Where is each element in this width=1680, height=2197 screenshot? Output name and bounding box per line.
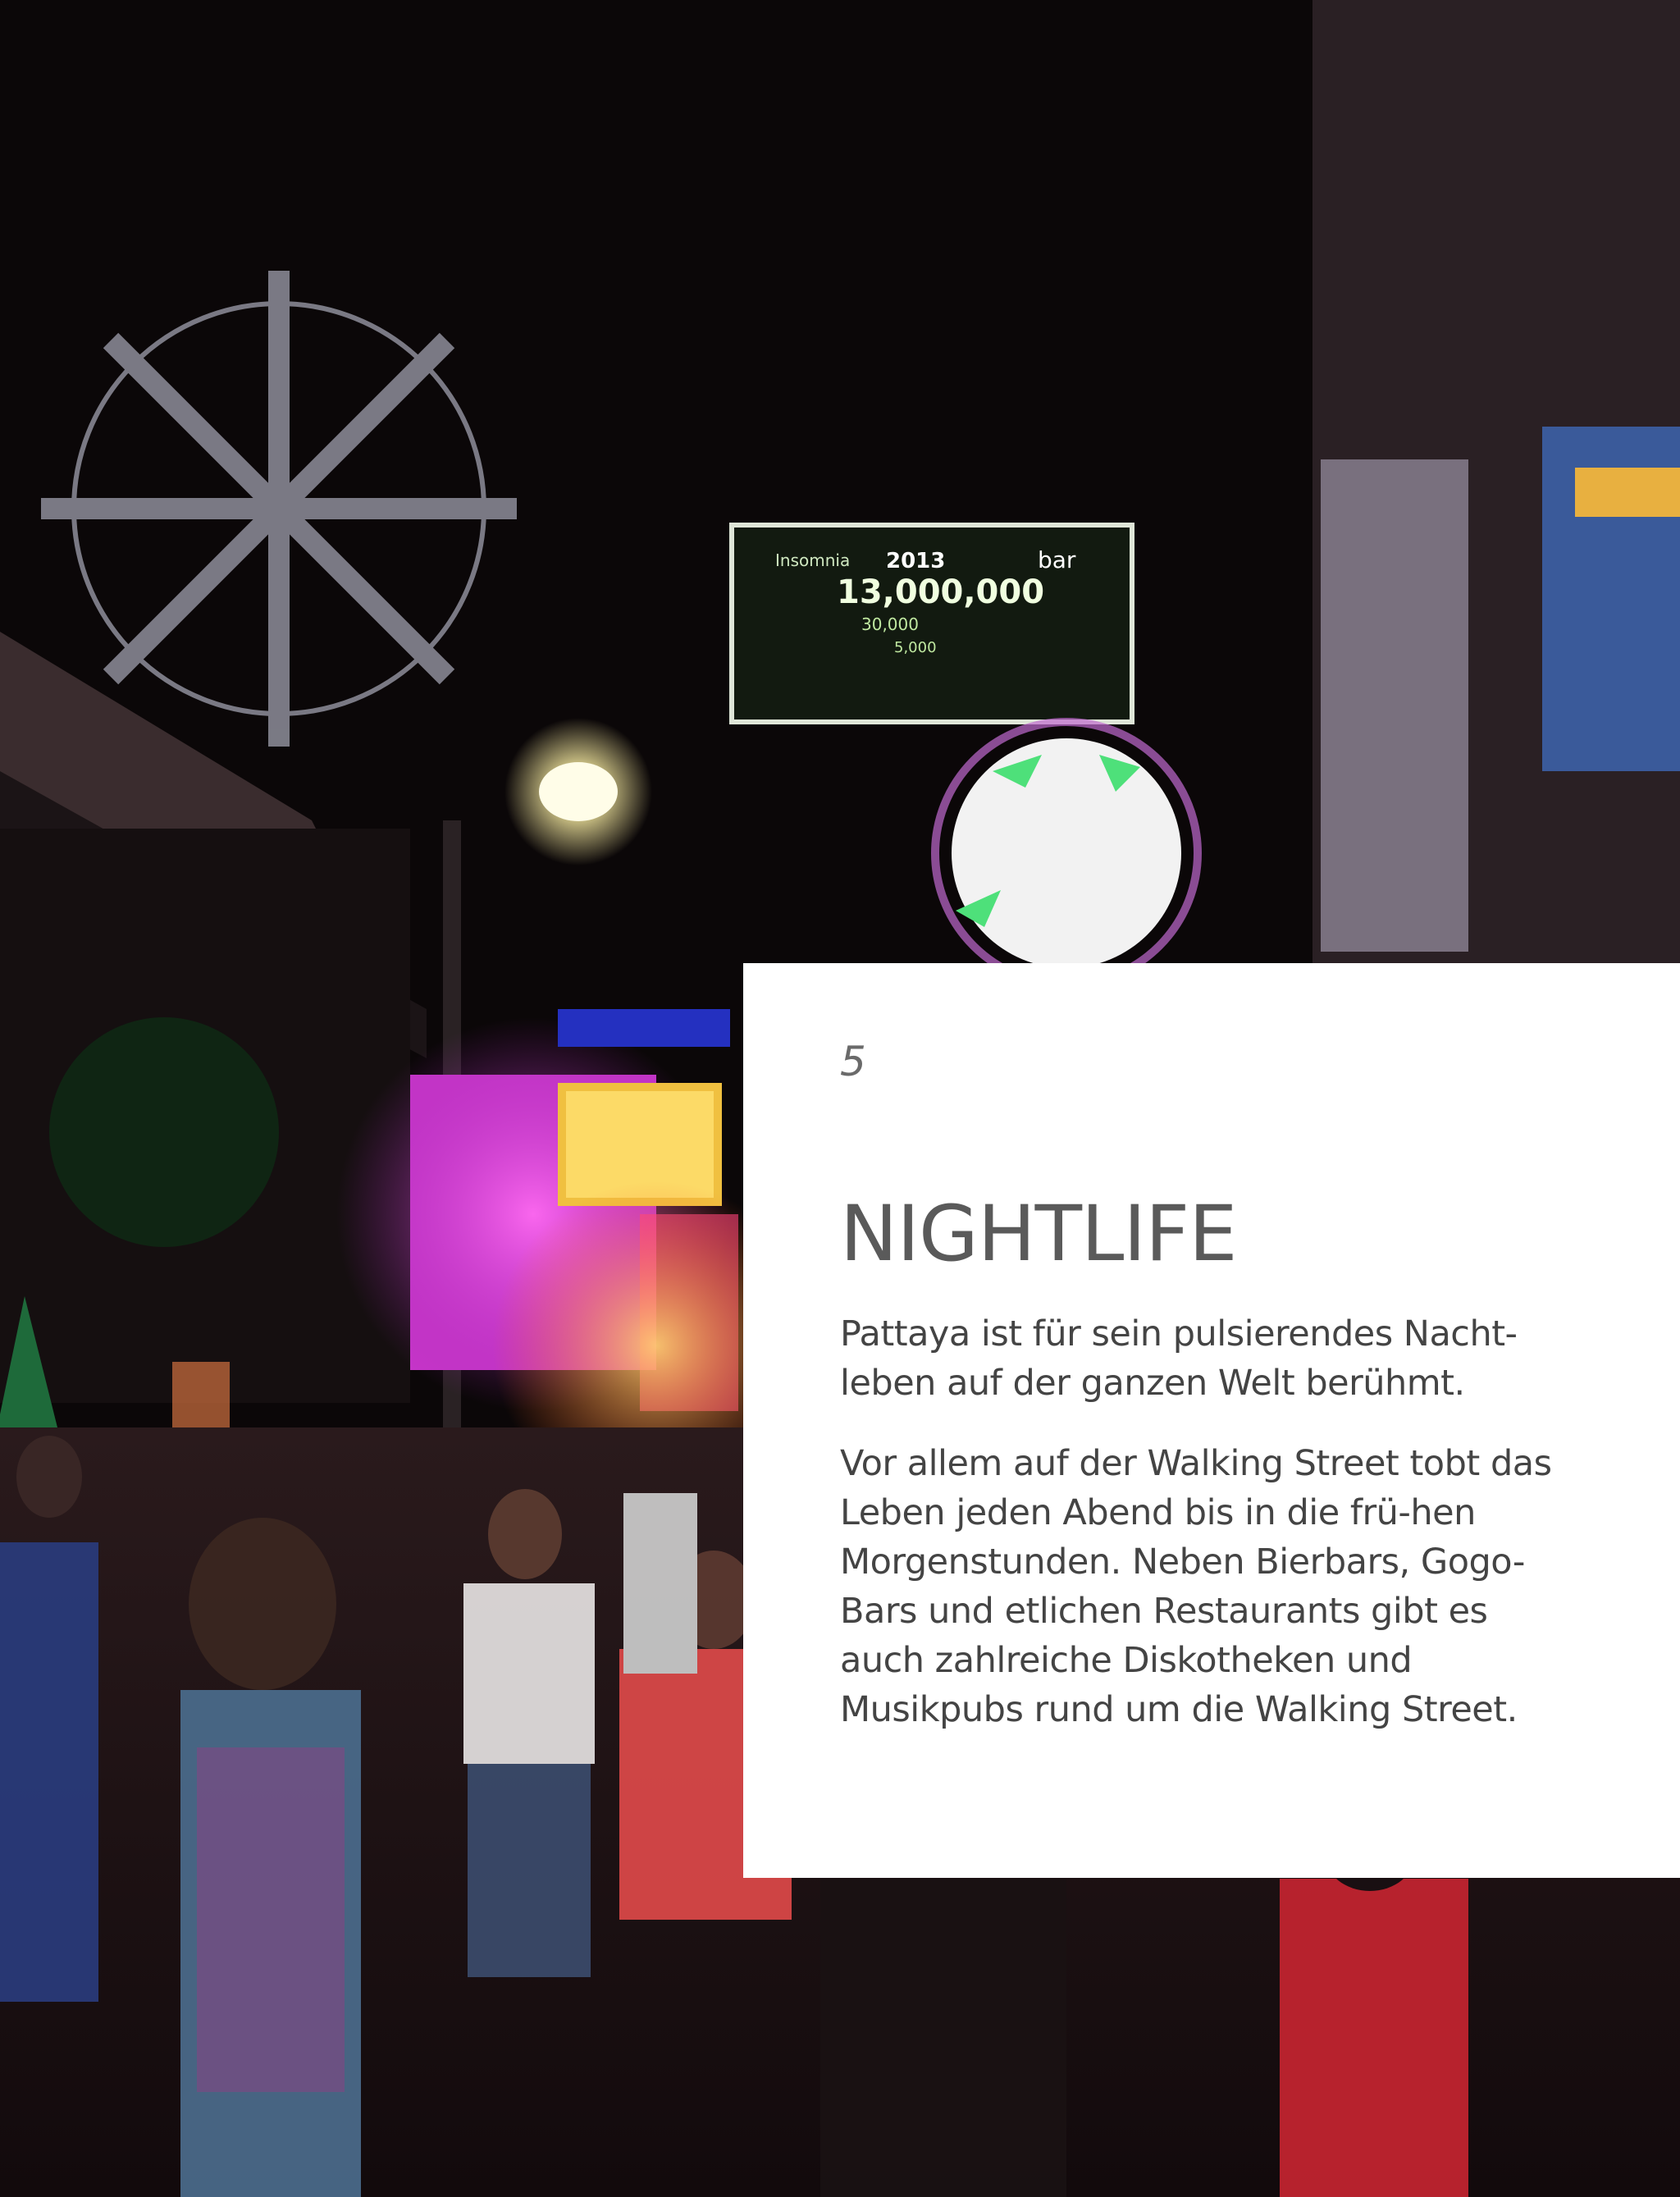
page-title: NIGHTLIFE (840, 1190, 1238, 1279)
hanging-billboard: Insomnia 2013 bar 13,000,000 30,000 5,00… (729, 523, 1134, 724)
intro-paragraph: Pattaya ist für sein pulsierendes Nacht-… (840, 1313, 1518, 1404)
text-card: 5 NIGHTLIFE Pattaya ist für sein pulsier… (743, 963, 1680, 1878)
ferris-wheel (41, 271, 517, 747)
page-number: 5 (840, 1038, 866, 1085)
svg-text:2013: 2013 (886, 549, 945, 573)
svg-text:bar: bar (1038, 546, 1076, 573)
svg-text:30,000: 30,000 (861, 614, 919, 634)
svg-text:13,000,000: 13,000,000 (837, 573, 1044, 611)
svg-text:5,000: 5,000 (894, 639, 937, 656)
svg-text:Insomnia: Insomnia (775, 550, 850, 570)
body-paragraph: Vor allem auf der Walking Street tobt da… (840, 1443, 1552, 1730)
flower-sign (931, 718, 1202, 989)
